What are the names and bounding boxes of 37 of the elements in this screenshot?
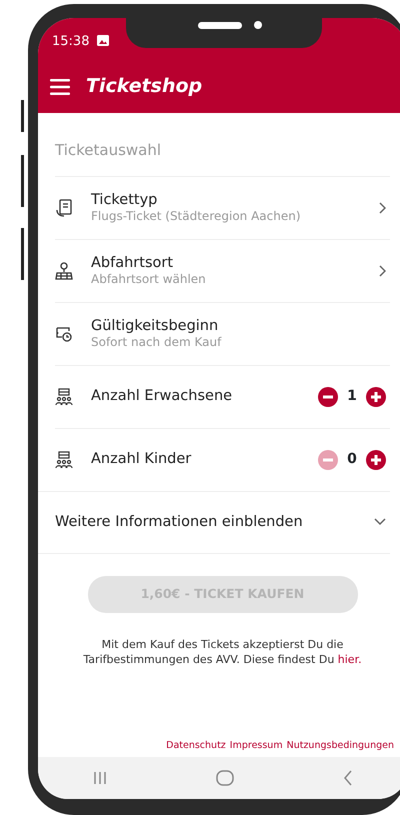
section-title: Ticketauswahl xyxy=(55,140,162,161)
chevron-right-icon xyxy=(378,264,386,276)
chevron-down-icon[interactable] xyxy=(374,518,386,526)
ticket-clock-icon xyxy=(55,324,73,342)
count-value: 0 xyxy=(346,450,358,469)
status-time: 15:38 xyxy=(52,33,90,51)
back-icon[interactable] xyxy=(343,770,354,786)
terms-link[interactable]: hier. xyxy=(338,653,362,666)
map-pin-icon xyxy=(55,260,73,280)
chevron-right-icon xyxy=(378,202,386,214)
row-title: Tickettyp xyxy=(91,192,158,209)
row-title: Abfahrtsort xyxy=(91,254,174,272)
expander-label[interactable]: Weitere Informationen einblenden xyxy=(55,514,374,530)
menu-icon[interactable] xyxy=(50,78,70,94)
minus-button[interactable] xyxy=(318,386,338,406)
ticket-icon xyxy=(55,198,73,218)
footer-link[interactable]: Nutzungsbedingungen xyxy=(286,738,394,753)
terms-text: Mit dem Kauf des Tickets akzeptierst Du die Tarifbestimmungen des AVV. Diese findest Du hier. xyxy=(82,636,363,668)
camera-icon xyxy=(254,21,262,29)
home-icon[interactable] xyxy=(216,770,234,786)
row-subtitle: Abfahrtsort wählen xyxy=(91,272,207,286)
row-title: Gültigkeitsbeginn xyxy=(91,318,220,335)
image-icon xyxy=(97,35,110,46)
footer-link[interactable]: Impressum xyxy=(230,738,283,753)
seats-icon xyxy=(55,450,73,468)
row-subtitle: Flugs-Ticket (Städteregion Aachen) xyxy=(91,208,302,224)
count-value: 1 xyxy=(346,387,358,406)
row-label: Anzahl Erwachsene xyxy=(91,388,234,405)
row-label: Anzahl Kinder xyxy=(91,451,192,468)
recent-apps-icon[interactable] xyxy=(92,771,107,785)
app-title: Ticketshop xyxy=(86,74,202,100)
row-subtitle: Sofort nach dem Kauf xyxy=(91,334,223,350)
seats-icon xyxy=(55,388,73,406)
speaker-icon xyxy=(198,22,242,29)
footer-link[interactable]: Datenschutz xyxy=(166,738,226,753)
plus-button[interactable] xyxy=(366,450,386,470)
plus-button[interactable] xyxy=(366,386,386,406)
